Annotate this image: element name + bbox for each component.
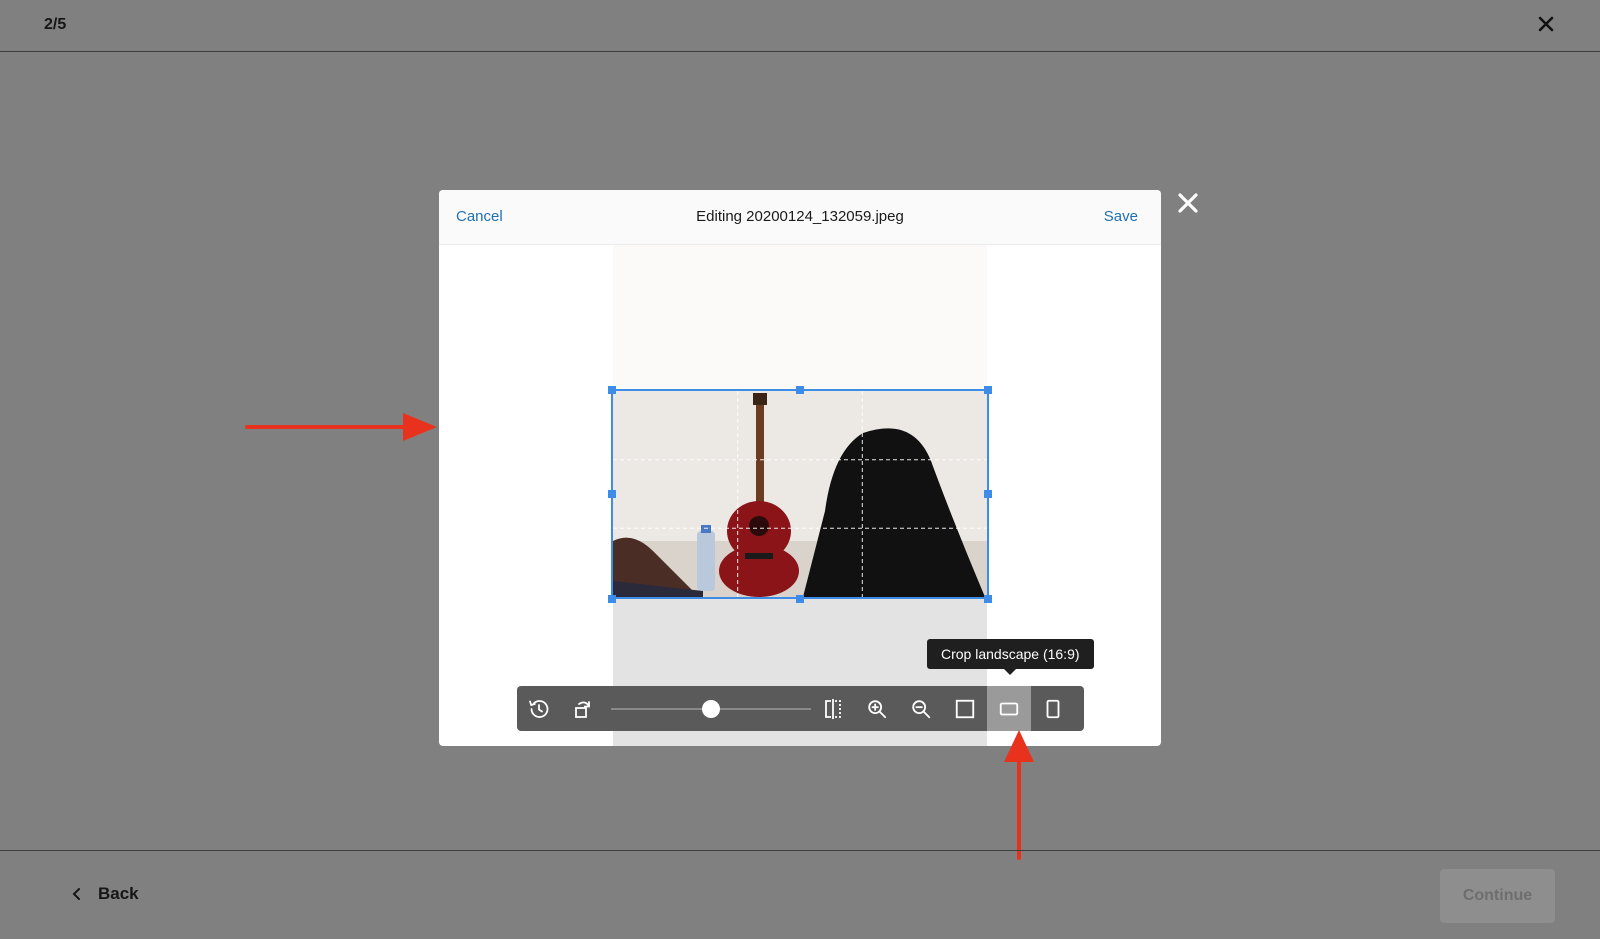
flip-button[interactable] [811, 686, 855, 731]
image-outside-crop-top [613, 245, 987, 390]
dialog-title: Editing 20200124_132059.jpeg [696, 208, 904, 225]
tooltip-tail [1004, 669, 1017, 675]
save-button[interactable]: Save [1104, 208, 1138, 225]
flip-horizontal-icon [825, 698, 841, 719]
crop-landscape-button[interactable] [987, 686, 1031, 731]
crop-square-button[interactable] [943, 686, 987, 731]
tooltip-crop-landscape: Crop landscape (16:9) [927, 639, 1094, 675]
tooltip-text: Crop landscape (16:9) [941, 646, 1080, 662]
zoom-slider[interactable] [611, 698, 811, 720]
rotate-button[interactable] [561, 686, 605, 731]
crop-handle-top[interactable] [796, 386, 804, 394]
wizard-footer: Back Continue [0, 850, 1600, 939]
crop-landscape-icon [999, 702, 1019, 715]
editor-toolbar [517, 686, 1084, 731]
annotation-arrow-up [1004, 730, 1034, 860]
crop-handle-left[interactable] [608, 490, 616, 498]
zoom-in-icon [868, 699, 887, 718]
rotate-icon [575, 700, 590, 718]
back-button[interactable]: Back [70, 881, 139, 907]
image-editor-dialog: Cancel Editing 20200124_132059.jpeg Save [439, 190, 1161, 746]
crop-handle-right[interactable] [984, 490, 992, 498]
close-icon[interactable] [1534, 12, 1558, 36]
zoom-in-button[interactable] [855, 686, 899, 731]
crop-handle-bottom-right[interactable] [984, 595, 992, 603]
zoom-out-icon [912, 699, 931, 718]
step-counter: 2/5 [44, 16, 67, 33]
crop-portrait-icon [1046, 699, 1060, 718]
history-icon [529, 699, 549, 718]
dialog-header: Cancel Editing 20200124_132059.jpeg Save [439, 190, 1161, 245]
crop-square-icon [955, 699, 975, 718]
back-label: Back [98, 884, 139, 903]
top-bar: 2/5 [0, 0, 1600, 52]
crop-handle-top-left[interactable] [608, 386, 616, 394]
crop-handle-bottom[interactable] [796, 595, 804, 603]
crop-handle-bottom-left[interactable] [608, 595, 616, 603]
close-icon[interactable] [1175, 190, 1201, 216]
crop-portrait-button[interactable] [1031, 686, 1075, 731]
chevron-left-icon [72, 888, 80, 900]
continue-button[interactable]: Continue [1440, 869, 1555, 923]
guitar-neck [756, 399, 764, 509]
bottle [697, 531, 715, 591]
photo-preview [613, 391, 987, 597]
annotation-arrow-right [245, 413, 437, 441]
zoom-slider-thumb[interactable] [702, 700, 720, 718]
zoom-out-button[interactable] [899, 686, 943, 731]
crop-area[interactable] [611, 389, 989, 599]
reset-button[interactable] [517, 686, 561, 731]
crop-handle-top-right[interactable] [984, 386, 992, 394]
